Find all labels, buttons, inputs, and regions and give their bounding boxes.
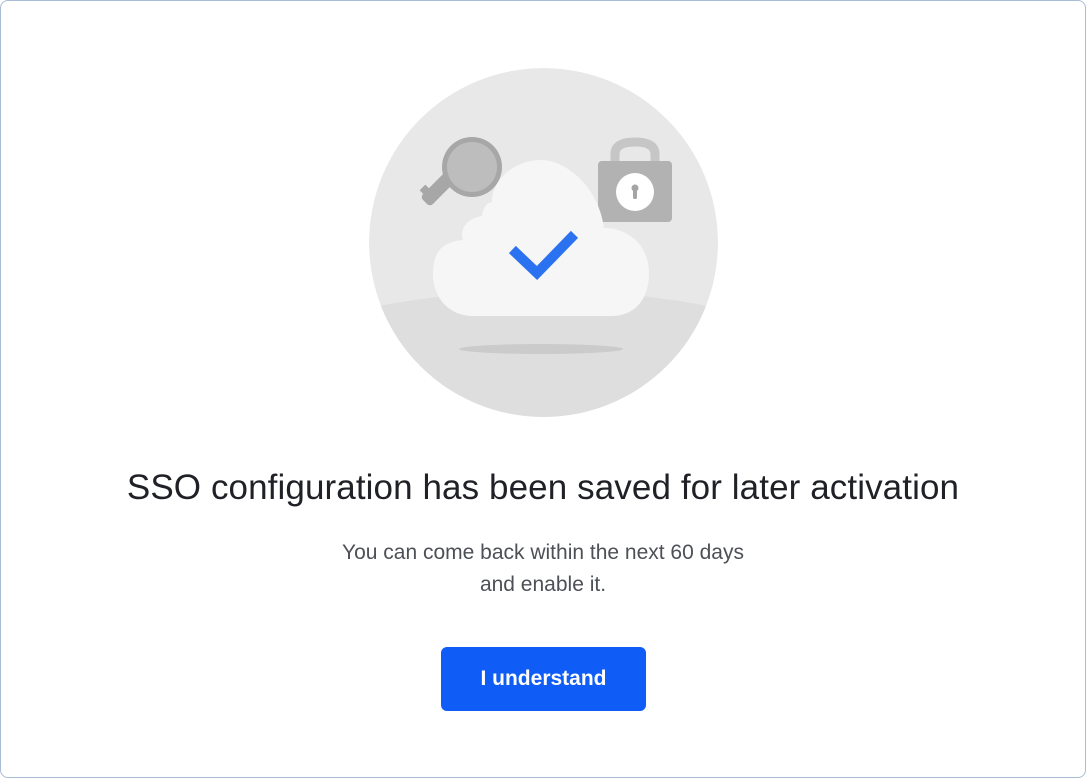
subtitle-line-2: and enable it. <box>479 573 607 596</box>
i-understand-button[interactable]: I understand <box>441 647 646 711</box>
dialog-title: SSO configuration has been saved for lat… <box>126 468 960 507</box>
cloud-shadow <box>459 344 623 354</box>
sso-saved-dialog: SSO configuration has been saved for lat… <box>0 0 1086 778</box>
illustration-graphic <box>369 68 718 417</box>
sso-illustration <box>369 68 718 417</box>
dialog-subtitle: You can come back within the next 60 day… <box>1 537 1085 601</box>
subtitle-line-1: You can come back within the next 60 day… <box>342 541 744 564</box>
